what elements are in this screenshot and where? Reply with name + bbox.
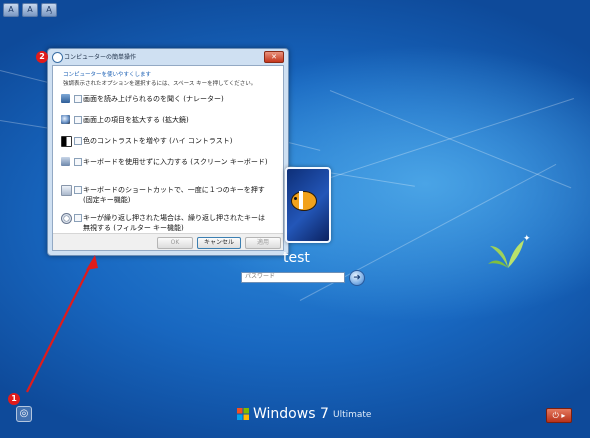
- leaf: [490, 246, 508, 268]
- bird-icon: ✦: [523, 234, 531, 244]
- step-marker-2: 2: [36, 51, 48, 63]
- fish-image: [291, 191, 317, 211]
- logon-screen: { "top_bar": { "icons": ["A", "A", "A\u0…: [0, 0, 590, 438]
- windows-logo-icon: [237, 408, 249, 420]
- shutdown-button[interactable]: ⏻ ▸: [546, 408, 572, 423]
- user-name: test: [283, 250, 310, 266]
- step-marker-1: 1: [8, 393, 20, 405]
- arrow-head: [86, 255, 98, 270]
- fish-eye: [294, 197, 297, 200]
- user-picture[interactable]: [285, 167, 331, 243]
- arrow-shaft: [26, 261, 93, 393]
- leaf: [508, 240, 524, 268]
- submit-arrow-button[interactable]: ➜: [349, 270, 365, 286]
- password-field[interactable]: [241, 272, 345, 283]
- fish-stripe: [299, 191, 303, 209]
- ease-of-access-button[interactable]: ◎: [16, 406, 32, 422]
- brand-edition: Ultimate: [333, 410, 372, 420]
- brand-word: Windows 7: [253, 406, 329, 422]
